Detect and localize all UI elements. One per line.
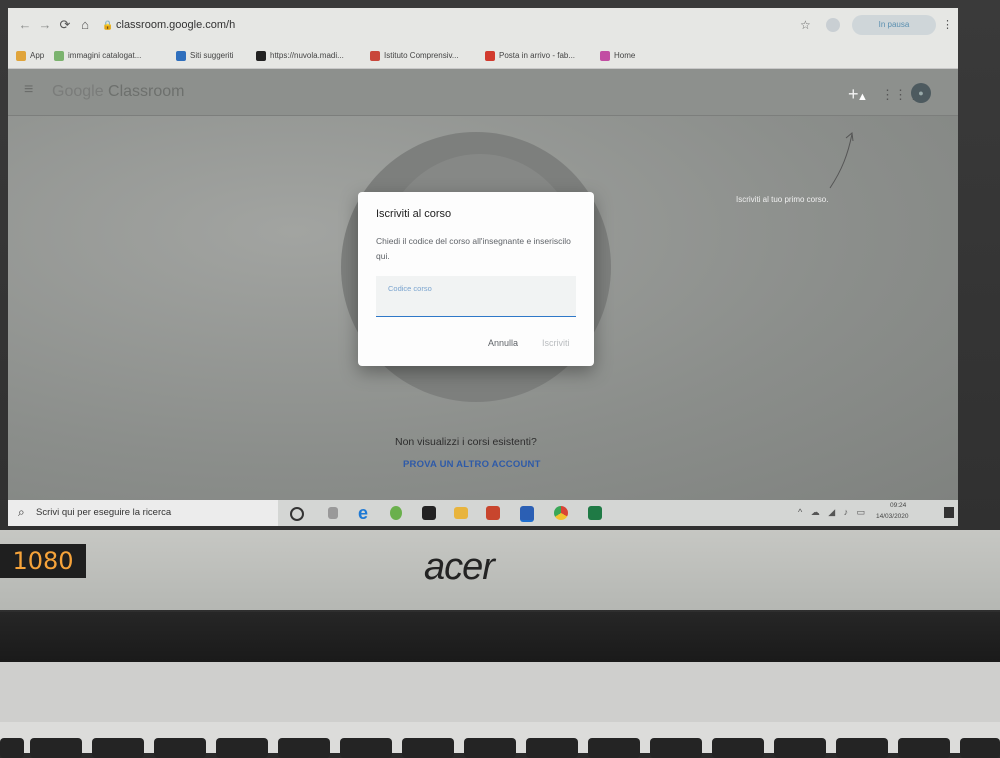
taskbar-search[interactable]: ⌕ Scrivi qui per eseguire la ricerca	[8, 500, 278, 526]
resolution-sticker: 1080	[0, 544, 86, 578]
back-icon[interactable]: ←	[18, 18, 32, 32]
dialog-title: Iscriviti al corso	[376, 208, 452, 220]
bookmark-icon	[600, 50, 610, 61]
task-view-icon[interactable]	[328, 507, 338, 519]
keyboard-key	[0, 738, 24, 758]
course-code-input[interactable]: Codice corso	[376, 276, 576, 317]
apps-grid-icon	[16, 50, 26, 61]
hamburger-menu-icon[interactable]: ≡	[24, 82, 38, 98]
laptop-deck	[0, 662, 1000, 722]
brand-classroom: Classroom	[108, 83, 185, 100]
cloud-icon	[256, 50, 266, 61]
keyboard-key	[216, 738, 268, 758]
app-header: ≡ Google Classroom + ▲ ⋮⋮⋮ ●	[8, 69, 958, 116]
keyboard-key	[30, 738, 82, 758]
word-icon[interactable]	[520, 506, 534, 522]
keyboard-key	[340, 738, 392, 758]
address-bar[interactable]: classroom.google.com/h	[116, 14, 796, 36]
screen: ← → ⟳ ⌂ 🔒 classroom.google.com/h ☆ In pa…	[8, 8, 958, 526]
join-course-dialog: Iscriviti al corso Chiedi il codice del …	[358, 192, 594, 366]
bookmark-label: Istituto Comprensiv...	[384, 51, 459, 60]
search-icon: ⌕	[18, 505, 25, 519]
windows-taskbar: ⌕ Scrivi qui per eseguire la ricerca e ^…	[8, 500, 958, 526]
laptop-hinge	[0, 612, 1000, 662]
bookmark-immagini[interactable]: immagini catalogat...	[54, 48, 141, 64]
join-button[interactable]: Iscriviti	[542, 338, 570, 348]
profile-label: In pausa	[878, 20, 910, 29]
course-code-placeholder: Codice corso	[388, 284, 432, 293]
app-logo[interactable]: Google Classroom	[52, 83, 185, 101]
keyboard-key	[712, 738, 764, 758]
bookmark-label: Posta in arrivo - fab...	[499, 51, 576, 60]
keyboard-key	[588, 738, 640, 758]
keyboard-key	[464, 738, 516, 758]
dialog-description: Chiedi il codice del corso all'insegnant…	[376, 236, 571, 261]
chrome-icon[interactable]	[554, 506, 568, 520]
keyboard-key	[836, 738, 888, 758]
acer-logo: acer	[424, 546, 495, 588]
excel-icon[interactable]	[588, 506, 602, 520]
bookmark-label: immagini catalogat...	[68, 51, 142, 60]
clock-date[interactable]: 14/03/2020	[876, 513, 909, 520]
profile-button[interactable]: In pausa	[852, 15, 936, 35]
forward-icon[interactable]: →	[38, 18, 52, 32]
clock-time[interactable]: 09:24	[890, 502, 906, 509]
bookmark-home[interactable]: Home	[600, 48, 635, 64]
powerpoint-icon[interactable]	[486, 506, 500, 520]
bookmark-siti[interactable]: Siti suggeriti	[176, 48, 234, 64]
bookmark-icon	[370, 50, 380, 61]
cancel-button[interactable]: Annulla	[488, 338, 518, 348]
edge-icon[interactable]: e	[358, 504, 376, 522]
keyboard-key	[402, 738, 454, 758]
keyboard-key	[154, 738, 206, 758]
star-icon[interactable]: ☆	[800, 18, 811, 32]
notification-icon[interactable]	[944, 507, 954, 518]
home-icon[interactable]: ⌂	[78, 18, 92, 32]
keyboard-key	[898, 738, 950, 758]
keyboard-key	[526, 738, 578, 758]
join-first-course-hint: Iscriviti al tuo primo corso.	[736, 195, 829, 204]
explorer-icon[interactable]	[454, 507, 468, 519]
browser-toolbar: ← → ⟳ ⌂ 🔒 classroom.google.com/h ☆ In pa…	[8, 8, 958, 44]
reload-icon[interactable]: ⟳	[58, 18, 72, 32]
bookmark-posta[interactable]: Posta in arrivo - fab...	[485, 48, 575, 64]
cortana-icon[interactable]	[290, 507, 304, 521]
menu-dots-icon[interactable]: ⋮	[942, 18, 953, 31]
bookmark-label: Home	[614, 51, 636, 60]
no-courses-text: Non visualizzi i corsi esistenti?	[395, 436, 537, 448]
gmail-icon	[485, 50, 495, 61]
keyboard-key	[774, 738, 826, 758]
brand-google: Google	[52, 83, 104, 100]
keyboard-key	[92, 738, 144, 758]
search-placeholder: Scrivi qui per eseguire la ricerca	[36, 507, 172, 518]
mouse-cursor-icon: ▲	[857, 91, 868, 103]
lock-icon: 🔒	[102, 20, 114, 30]
keyboard-key	[650, 738, 702, 758]
extension-icon[interactable]	[826, 18, 840, 32]
hint-arrow-icon	[829, 132, 854, 189]
keyboard-key	[960, 738, 1000, 758]
bookmarks-bar: App immagini catalogat... Siti suggeriti…	[8, 44, 958, 69]
bookmark-label: Siti suggeriti	[190, 51, 234, 60]
system-tray[interactable]: ^ ☁ ◢ ♪ ▭	[798, 507, 868, 518]
keyboard-key	[278, 738, 330, 758]
laptop-chin	[0, 530, 1000, 610]
bookmark-label: https://nuvola.madi...	[270, 51, 344, 60]
bookmark-nuvola[interactable]: https://nuvola.madi...	[256, 48, 344, 64]
bookmark-label: App	[30, 51, 45, 60]
avatar[interactable]: ●	[911, 83, 931, 103]
bookmark-icon	[54, 50, 64, 61]
bookmark-app[interactable]: App	[16, 48, 44, 64]
green-app-icon[interactable]	[390, 506, 402, 520]
try-another-account-link[interactable]: PROVA UN ALTRO ACCOUNT	[403, 459, 541, 470]
bookmark-istituto[interactable]: Istituto Comprensiv...	[370, 48, 459, 64]
bookmark-icon	[176, 50, 186, 61]
store-icon[interactable]	[422, 506, 436, 520]
